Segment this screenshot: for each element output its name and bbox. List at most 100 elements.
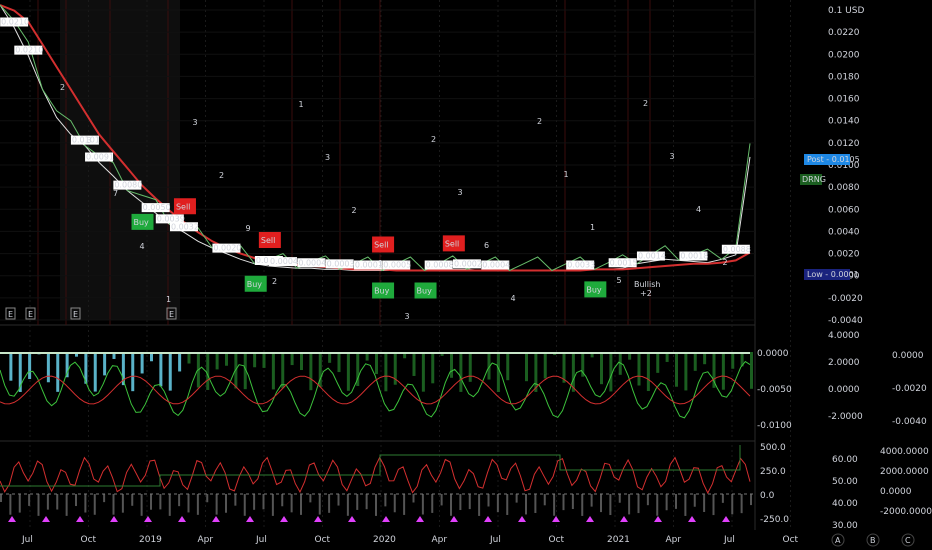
price-tick-label: 0.0220: [828, 28, 860, 38]
oscillator-bar: [56, 352, 60, 392]
oscillator-bar: [206, 352, 210, 390]
oscillator-bar: [421, 352, 425, 392]
indicator-bar: [740, 494, 743, 514]
indicator-bar: [215, 494, 218, 515]
indicator-bar: [253, 494, 256, 510]
indicator-bar: [140, 494, 143, 516]
osc-mid-tick: 4.0000: [828, 331, 860, 341]
icon-b[interactable]: B: [870, 536, 876, 545]
ind-left-tick: 500.0: [760, 443, 786, 453]
signal-label: Buy: [134, 218, 150, 227]
signal-label: Buy: [586, 285, 602, 294]
indicator-bar: [178, 494, 181, 507]
indicator-bar: [431, 494, 434, 513]
indicator-bar: [346, 494, 349, 516]
price-tick-label: 0.0040: [828, 227, 860, 237]
indicator-bar: [656, 494, 659, 516]
ind-left-tick: 250.0: [760, 467, 786, 477]
price-label-text: 0.0080: [114, 181, 142, 190]
indicator-bar: [262, 494, 265, 510]
osc-mid-tick: 0.0000: [828, 385, 860, 395]
oscillator-bar: [159, 352, 163, 387]
wave-label: 4: [511, 294, 516, 303]
event-marker-label: E: [8, 310, 13, 319]
price-label-text: 0.0008: [426, 261, 454, 270]
signal-label: Buy: [374, 287, 390, 296]
oscillator-bar: [253, 352, 257, 368]
signal-label: Sell: [445, 239, 459, 248]
indicator-bar: [375, 494, 377, 516]
icon-a[interactable]: A: [835, 536, 841, 545]
low-label: Low: [807, 270, 823, 279]
oscillator-bar: [496, 352, 500, 392]
indicator-bar: [684, 494, 687, 516]
oscillator-bar: [337, 352, 341, 373]
price-label-text: 0.0091: [86, 153, 114, 162]
price-label-text: 0.0015: [610, 258, 638, 267]
indicator-bar: [506, 494, 509, 515]
indicator-bar: [543, 494, 546, 506]
indicator-bar: [553, 494, 556, 516]
indicator-bar: [234, 494, 237, 506]
ind-mid-tick: 30.00: [832, 521, 858, 531]
oscillator-bar: [450, 352, 453, 378]
wave-label: 7: [113, 189, 118, 198]
indicator-bar: [450, 494, 452, 516]
indicator-bar: [9, 494, 12, 515]
oscillator-bar: [543, 352, 547, 379]
indicator-bar: [646, 494, 649, 506]
indicator-bar: [665, 494, 668, 511]
oscillator-bar: [9, 352, 13, 381]
indicator-bar: [271, 494, 274, 516]
indicator-bar: [468, 494, 471, 510]
indicator-bar: [131, 494, 134, 506]
oscillator-bar: [215, 352, 219, 370]
wave-label: 1: [299, 100, 304, 109]
price-label-text: 0.0033: [567, 261, 595, 270]
oscillator-bar: [281, 352, 285, 389]
indicator-bar: [112, 494, 115, 515]
indicator-bar: [365, 494, 368, 510]
signal-label: Sell: [374, 241, 388, 250]
oscillator-bar: [506, 352, 510, 381]
price-tick-label: -0.0040: [828, 316, 863, 326]
ind-left-tick: -250.0: [760, 515, 789, 525]
indicator-bar: [478, 494, 481, 516]
indicator-bar: [525, 494, 527, 515]
wave-label: 3: [458, 188, 463, 197]
osc-left-tick: 0.0000: [757, 349, 789, 359]
icon-c[interactable]: C: [905, 536, 911, 545]
price-tick-label: 0.0120: [828, 139, 860, 149]
oscillator-bar: [459, 352, 463, 392]
price-label-text: 0.0004: [298, 258, 326, 267]
price-tick-label: 0.0060: [828, 205, 860, 215]
indicator-bar: [290, 494, 293, 513]
indicator-bar: [581, 494, 584, 516]
osc-right-tick: -0.0020: [892, 384, 927, 394]
indicator-bar: [600, 494, 602, 513]
wave-label: 1: [378, 259, 383, 268]
indicator-bar: [84, 494, 87, 513]
wave-label: 9: [246, 224, 251, 233]
oscillator-bar: [178, 352, 182, 372]
price-tick-label: 0.0140: [828, 117, 860, 127]
signal-label: Buy: [417, 287, 433, 296]
oscillator-bar: [571, 352, 575, 392]
oscillator-bar: [131, 352, 135, 392]
oscillator-bar: [600, 352, 603, 385]
post-badge: Post - 0.0105: [804, 154, 860, 165]
wave-label: 2: [272, 277, 277, 286]
osc-mid-tick: 2.0000: [828, 358, 860, 368]
signal-label: Buy: [247, 280, 263, 289]
indicator-bar: [393, 494, 396, 513]
time-tick-label: 2020: [373, 535, 396, 545]
oscillator-bar: [28, 352, 32, 380]
oscillator-bar: [168, 352, 172, 391]
oscillator-bar: [93, 352, 97, 392]
oscillator-bar: [103, 352, 107, 376]
indicator-bar: [675, 494, 677, 509]
ind-mid-tick: 60.00: [832, 455, 858, 465]
post-label: Post: [807, 155, 824, 164]
oscillator-bar: [140, 352, 144, 374]
oscillator-bar: [684, 352, 688, 391]
